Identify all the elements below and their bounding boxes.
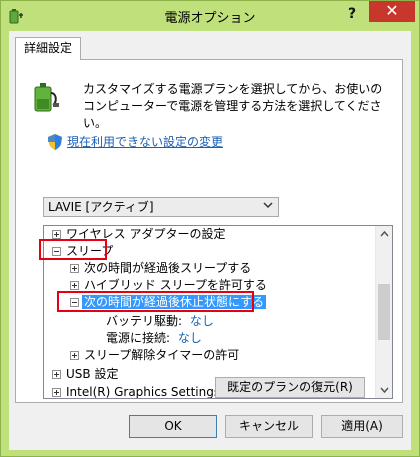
expand-icon[interactable] <box>52 230 61 239</box>
expand-icon[interactable] <box>70 351 79 360</box>
battery-plug-icon <box>34 83 59 112</box>
restore-default-plan-button[interactable]: 既定のプランの復元(R) <box>215 377 365 398</box>
cancel-button[interactable]: キャンセル <box>225 415 313 438</box>
description-text: カスタマイズする電源プランを選択してから、お使いのコンピューターで電源を管理する… <box>83 82 383 130</box>
power-options-window: 電源オプション ? ✕ 詳細設定 カスタマイズする電源プランを選択してから、お使… <box>0 0 420 457</box>
tree-item-on-battery[interactable]: バッテリ駆動: なし <box>106 313 214 330</box>
tab-advanced-settings[interactable]: 詳細設定 <box>15 37 81 60</box>
expand-icon[interactable] <box>70 264 79 273</box>
expand-icon[interactable] <box>70 281 79 290</box>
scroll-up-icon[interactable] <box>376 226 393 243</box>
ok-button[interactable]: OK <box>129 415 217 438</box>
shield-icon <box>48 134 62 150</box>
chevron-down-icon <box>263 202 273 209</box>
dialog-client-area: 詳細設定 カスタマイズする電源プランを選択してから、お使いのコンピューターで電源… <box>9 31 411 450</box>
title-bar[interactable]: 電源オプション ? ✕ <box>1 1 419 31</box>
scroll-down-icon[interactable] <box>376 381 393 398</box>
apply-button[interactable]: 適用(A) <box>321 415 403 438</box>
tree-item-label: ハイブリッド スリープを許可する <box>84 278 267 292</box>
tree-item-intel-graphics[interactable]: Intel(R) Graphics Settings <box>52 384 221 399</box>
highlight-box-sleep <box>39 239 107 260</box>
tree-item-label: スリープ解除タイマーの許可 <box>84 348 240 362</box>
expand-icon[interactable] <box>52 370 61 379</box>
tree-item-plugged-in[interactable]: 電源に接続: なし <box>106 330 202 347</box>
scrollbar-thumb[interactable] <box>378 284 390 340</box>
tree-item-wake-timers[interactable]: スリープ解除タイマーの許可 <box>70 347 239 364</box>
tree-item-sleep-after[interactable]: 次の時間が経過後スリープする <box>70 260 251 277</box>
tree-item-label: 次の時間が経過後スリープする <box>84 261 252 275</box>
power-plan-select[interactable]: LAVIE [アクティブ] <box>43 197 279 217</box>
tree-item-usb-settings[interactable]: USB 設定 <box>52 366 118 383</box>
close-button[interactable]: ✕ <box>369 1 415 22</box>
help-button[interactable]: ? <box>343 6 361 24</box>
highlight-box-hibernate <box>57 291 254 312</box>
tree-item-label: USB 設定 <box>66 367 119 381</box>
setting-value-link[interactable]: なし <box>190 314 214 328</box>
tree-item-label: Intel(R) Graphics Settings <box>66 385 221 399</box>
change-unavailable-settings-link[interactable]: 現在利用できない設定の変更 <box>67 133 223 150</box>
power-plan-select-value: LAVIE [アクティブ] <box>48 200 154 214</box>
expand-icon[interactable] <box>52 388 61 397</box>
setting-value-link[interactable]: なし <box>178 331 202 345</box>
setting-label: 電源に接続: <box>106 331 171 345</box>
tree-scrollbar[interactable] <box>375 226 392 398</box>
setting-label: バッテリ駆動: <box>106 314 183 328</box>
